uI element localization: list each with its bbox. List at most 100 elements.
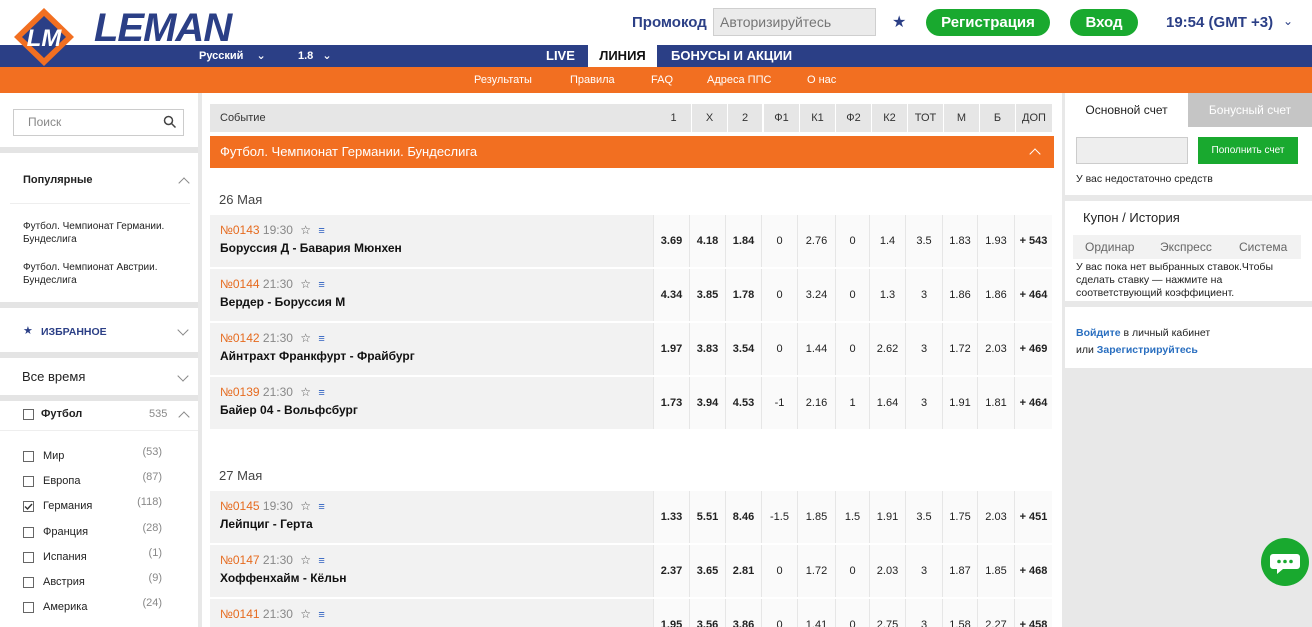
popular-title[interactable]: Популярные [23,174,93,186]
odds-cell[interactable]: 2.27 [977,599,1014,627]
favorites-star-icon[interactable]: ★ [892,12,906,32]
odds-cell[interactable]: 1.86 [942,269,977,321]
more-markets-button[interactable]: + 543 [1014,215,1052,267]
odds-cell[interactable]: 0 [835,323,869,375]
odds-cell[interactable]: 8.46 [725,491,761,543]
odds-cell[interactable]: 2.03 [977,491,1014,543]
odds-cell[interactable]: 1.84 [725,215,761,267]
login-button[interactable]: Вход [1070,9,1138,36]
country-label[interactable]: Австрия [43,576,85,588]
country-label[interactable]: Германия [43,500,92,512]
country-checkbox[interactable] [23,551,34,563]
odds-format-select[interactable]: 1.8 ⌄ [298,45,332,67]
odds-cell[interactable]: 4.34 [653,269,689,321]
odds-cell[interactable]: 2.76 [797,215,835,267]
country-label[interactable]: Америка [43,601,87,613]
odds-cell[interactable]: 1.58 [942,599,977,627]
more-markets-button[interactable]: + 451 [1014,491,1052,543]
odds-cell[interactable]: 0 [835,215,869,267]
clock[interactable]: 19:54 (GMT +3) [1166,14,1273,31]
favorites-title[interactable]: ИЗБРАННОЕ [41,326,107,338]
odds-cell[interactable]: 3.54 [725,323,761,375]
odds-cell[interactable]: 3.5 [905,215,942,267]
more-markets-button[interactable]: + 469 [1014,323,1052,375]
tab-bonus-account[interactable]: Бонусный счет [1188,93,1312,127]
search-input[interactable]: Поиск [13,109,184,136]
odds-cell[interactable]: 1.86 [977,269,1014,321]
odds-cell[interactable]: 3.24 [797,269,835,321]
country-checkbox[interactable] [23,526,34,538]
tab-main-account[interactable]: Основной счет [1065,93,1188,127]
event-number[interactable]: №0145 [220,499,260,513]
star-icon[interactable]: ☆ [300,331,311,345]
odds-cell[interactable]: 1.33 [653,491,689,543]
odds-cell[interactable]: 0 [761,215,797,267]
more-markets-button[interactable]: + 468 [1014,545,1052,597]
promo-input[interactable] [713,8,876,36]
deposit-button[interactable]: Пополнить счет [1198,137,1298,164]
odds-cell[interactable]: 3 [905,377,942,429]
register-button[interactable]: Регистрация [926,9,1050,36]
odds-cell[interactable]: 0 [835,599,869,627]
country-checkbox[interactable] [23,577,34,588]
period-select[interactable]: Все время [22,369,85,384]
login-link[interactable]: Войдите [1076,327,1121,339]
odds-cell[interactable]: 1.3 [869,269,905,321]
odds-cell[interactable]: 0 [761,599,797,627]
odds-cell[interactable]: 1.72 [942,323,977,375]
stats-icon[interactable]: ≡ [318,555,324,567]
nav-line[interactable]: ЛИНИЯ [588,45,657,67]
odds-cell[interactable]: 5.51 [689,491,725,543]
stats-icon[interactable]: ≡ [318,609,324,621]
odds-cell[interactable]: 2.37 [653,545,689,597]
stats-icon[interactable]: ≡ [318,501,324,513]
country-checkbox[interactable] [23,501,34,513]
country-label[interactable]: Мир [43,450,64,462]
star-icon[interactable]: ☆ [300,553,311,567]
chat-button[interactable] [1261,538,1309,586]
stats-icon[interactable]: ≡ [318,279,324,291]
odds-cell[interactable]: 1.97 [653,323,689,375]
country-label[interactable]: Франция [43,526,88,538]
event-teams[interactable]: Лейпциг - Герта [220,517,325,531]
odds-cell[interactable]: 3.94 [689,377,725,429]
odds-cell[interactable]: 3 [905,269,942,321]
stats-icon[interactable]: ≡ [318,387,324,399]
odds-cell[interactable]: 2.62 [869,323,905,375]
event-number[interactable]: №0143 [220,223,260,237]
event-number[interactable]: №0141 [220,607,260,621]
country-checkbox[interactable] [23,451,34,462]
odds-cell[interactable]: 3.83 [689,323,725,375]
league-header[interactable]: Футбол. Чемпионат Германии. Бундеслига [210,136,1054,168]
odds-cell[interactable]: 0 [761,545,797,597]
more-markets-button[interactable]: + 464 [1014,377,1052,429]
odds-cell[interactable]: 0 [761,269,797,321]
deposit-amount-input[interactable] [1076,137,1188,164]
star-icon[interactable]: ☆ [300,223,311,237]
register-link[interactable]: Зарегистрируйтесь [1097,344,1198,356]
odds-cell[interactable]: 3 [905,545,942,597]
popular-link[interactable]: Футбол. Чемпионат Австрии. Бундеслига [23,261,173,287]
nav-bonuses[interactable]: БОНУСЫ И АКЦИИ [671,45,792,67]
search-icon[interactable] [163,115,177,129]
odds-cell[interactable]: 1.41 [797,599,835,627]
odds-cell[interactable]: 3.86 [725,599,761,627]
odds-cell[interactable]: -1 [761,377,797,429]
odds-cell[interactable]: 3 [905,599,942,627]
odds-cell[interactable]: 1.91 [869,491,905,543]
odds-cell[interactable]: 1.75 [942,491,977,543]
odds-cell[interactable]: 1.5 [835,491,869,543]
odds-cell[interactable]: 4.18 [689,215,725,267]
odds-cell[interactable]: 1.81 [977,377,1014,429]
subnav-about[interactable]: О нас [807,67,836,93]
chevron-down-icon[interactable]: ⌄ [1283,14,1293,28]
star-icon[interactable]: ☆ [300,499,311,513]
odds-cell[interactable]: 1.72 [797,545,835,597]
more-markets-button[interactable]: + 464 [1014,269,1052,321]
odds-cell[interactable]: 0 [761,323,797,375]
odds-cell[interactable]: 3.5 [905,491,942,543]
odds-cell[interactable]: 3.56 [689,599,725,627]
country-label[interactable]: Европа [43,475,81,487]
odds-cell[interactable]: 3.85 [689,269,725,321]
star-icon[interactable]: ☆ [300,277,311,291]
